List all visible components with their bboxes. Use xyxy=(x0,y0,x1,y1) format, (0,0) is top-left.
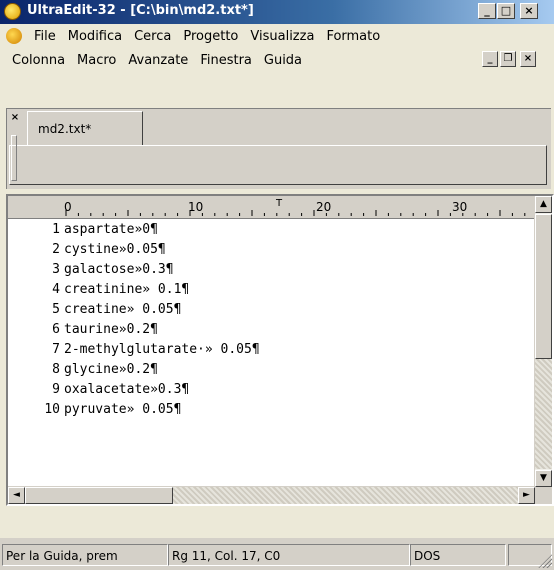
status-help: Per la Guida, prem xyxy=(2,544,168,566)
doc-restore-button[interactable]: ❐ xyxy=(500,51,516,67)
line-text[interactable]: oxalacetate»0.3¶ xyxy=(64,380,189,400)
menu-modifica[interactable]: Modifica xyxy=(62,29,128,44)
menu-cerca[interactable]: Cerca xyxy=(128,29,177,44)
title-bar[interactable]: UltraEdit-32 - [C:\bin\md2.txt*] _ □ × xyxy=(0,0,554,24)
ultraedit-window: UltraEdit-32 - [C:\bin\md2.txt*] _ □ × F… xyxy=(0,0,554,570)
menu-finestra[interactable]: Finestra xyxy=(194,53,258,68)
vertical-scroll-thumb[interactable] xyxy=(535,214,552,359)
document-menu-icon[interactable] xyxy=(6,28,22,44)
line-text[interactable]: taurine»0.2¶ xyxy=(64,320,158,340)
menu-progetto[interactable]: Progetto xyxy=(177,29,244,44)
line-number: 5 xyxy=(52,302,60,317)
close-button[interactable]: × xyxy=(520,3,538,19)
maximize-button[interactable]: □ xyxy=(497,3,515,19)
status-line-format: DOS xyxy=(410,544,506,566)
line-number: 8 xyxy=(52,362,60,377)
line-text[interactable]: aspartate»0¶ xyxy=(64,220,158,240)
scroll-left-icon[interactable]: ◄ xyxy=(8,487,25,504)
tab-close-icon[interactable]: × xyxy=(9,112,21,124)
text-area[interactable]: 1 aspartate»0¶ 2 cystine»0.05¶ 3 galactose»… xyxy=(8,218,535,488)
horizontal-scroll-track[interactable] xyxy=(173,487,518,504)
menu-visualizza[interactable]: Visualizza xyxy=(244,29,320,44)
line-number: 1 xyxy=(52,222,60,237)
menu-macro[interactable]: Macro xyxy=(71,53,122,68)
line-text[interactable]: pyruvate» 0.05¶ xyxy=(64,400,181,420)
tab-bar-grip[interactable] xyxy=(11,135,17,181)
menu-bar: File Modifica Cerca Progetto Visualizza … xyxy=(0,24,554,72)
vertical-scrollbar[interactable]: ▲ ▼ xyxy=(534,196,552,488)
horizontal-scrollbar[interactable]: ◄ ► xyxy=(8,486,535,504)
menu-colonna[interactable]: Colonna xyxy=(6,53,71,68)
menu-row-1: File Modifica Cerca Progetto Visualizza … xyxy=(6,24,386,48)
line-number: 3 xyxy=(52,262,60,277)
menu-guida[interactable]: Guida xyxy=(258,53,308,68)
ruler-ticks xyxy=(65,210,526,216)
scrollbar-corner xyxy=(535,487,552,504)
horizontal-scroll-thumb[interactable] xyxy=(25,487,173,504)
line-text[interactable]: galactose»0.3¶ xyxy=(64,260,174,280)
line-number: 9 xyxy=(52,382,60,397)
tab-label: md2.txt* xyxy=(38,122,92,136)
line-number: 10 xyxy=(44,402,60,417)
menu-file[interactable]: File xyxy=(28,29,62,44)
app-logo-icon[interactable] xyxy=(4,3,21,20)
line-text[interactable]: creatinine» 0.1¶ xyxy=(64,280,189,300)
line-text[interactable]: glycine»0.2¶ xyxy=(64,360,158,380)
line-text[interactable]: 2-methylglutarate·» 0.05¶ xyxy=(64,340,260,360)
line-number: 6 xyxy=(52,322,60,337)
status-bar: Per la Guida, prem Rg 11, Col. 17, C0 DO… xyxy=(0,538,554,570)
tab-panel xyxy=(9,145,547,185)
doc-close-button[interactable]: × xyxy=(520,51,536,67)
scroll-down-icon[interactable]: ▼ xyxy=(535,470,552,487)
line-number: 2 xyxy=(52,242,60,257)
line-number: 4 xyxy=(52,282,60,297)
tab-md2[interactable]: md2.txt* xyxy=(27,111,143,145)
line-text[interactable]: cystine»0.05¶ xyxy=(64,240,166,260)
minimize-button[interactable]: _ xyxy=(478,3,496,19)
resize-grip-icon[interactable] xyxy=(538,554,552,568)
menu-row-2: Colonna Macro Avanzate Finestra Guida xyxy=(6,48,308,72)
vertical-scroll-track[interactable] xyxy=(535,359,552,469)
line-text[interactable]: creatine» 0.05¶ xyxy=(64,300,181,320)
menu-formato[interactable]: Formato xyxy=(320,29,386,44)
editor-pane[interactable]: 0 10 T 20 30 1 aspartate»0¶ 2 cystine»0.05… xyxy=(6,194,554,506)
line-number: 7 xyxy=(52,342,60,357)
column-ruler: 0 10 T 20 30 xyxy=(8,196,535,219)
menu-avanzate[interactable]: Avanzate xyxy=(122,53,194,68)
doc-minimize-button[interactable]: _ xyxy=(482,51,498,67)
scroll-up-icon[interactable]: ▲ xyxy=(535,196,552,213)
window-title: UltraEdit-32 - [C:\bin\md2.txt*] xyxy=(27,3,254,18)
ruler-tab-marker: T xyxy=(276,198,283,209)
file-tab-bar: × md2.txt* xyxy=(6,108,551,189)
scroll-right-icon[interactable]: ► xyxy=(518,487,535,504)
status-position: Rg 11, Col. 17, C0 xyxy=(168,544,410,566)
